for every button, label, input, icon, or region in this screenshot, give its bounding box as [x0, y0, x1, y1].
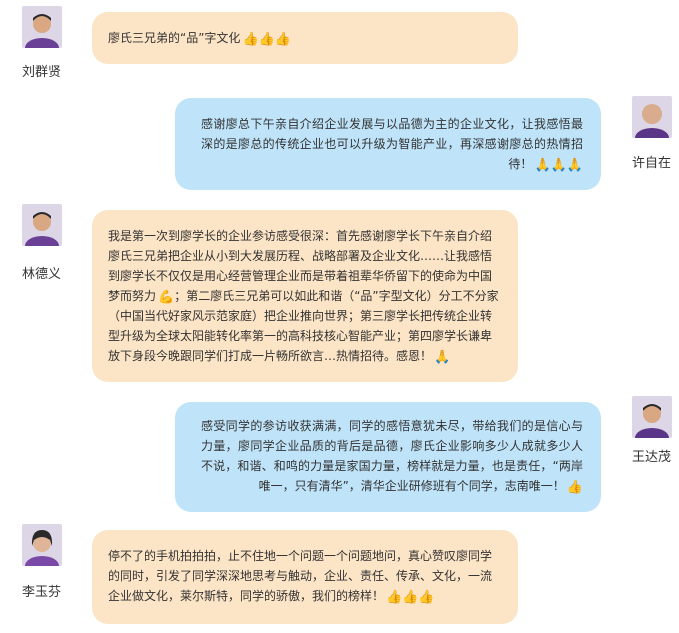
sender-name: 刘群贤	[22, 65, 62, 80]
person-photo-icon	[22, 524, 62, 566]
message-text: 感谢廖总下午亲自介绍企业发展与以品德为主的企业文化，让我感悟最深的是廖总的传统企…	[201, 117, 583, 171]
message-bubble: 感受同学的参访收获满满，同学的感悟意犹未尽，带给我们的是信心与力量，廖同学企业品…	[175, 402, 601, 512]
thumbs-up-icon: 👍👍👍	[386, 590, 435, 605]
message-text: 感受同学的参访收获满满，同学的感悟意犹未尽，带给我们的是信心与力量，廖同学企业品…	[201, 419, 583, 493]
praying-hands-icon: 🙏	[434, 350, 451, 365]
flexed-biceps-icon: 💪	[158, 290, 175, 305]
avatar-liu-qunxian[interactable]	[22, 6, 62, 48]
avatar-xu-zizai[interactable]	[632, 96, 672, 138]
avatar-lin-deyi[interactable]	[22, 204, 62, 246]
avatar-li-yufen[interactable]	[22, 524, 62, 566]
person-photo-icon	[632, 96, 672, 138]
message-bubble: 停不了的手机拍拍拍，止不住地一个问题一个问题地问，真心赞叹廖同学的同时，引发了同…	[92, 530, 518, 624]
person-photo-icon	[22, 6, 62, 48]
praying-hands-icon: 🙏🙏🙏	[534, 158, 583, 173]
avatar-wang-damao[interactable]	[632, 396, 672, 438]
message-text: 廖氏三兄弟的“品”字文化	[108, 31, 241, 45]
sender-name: 许自在	[632, 156, 672, 171]
person-photo-icon	[632, 396, 672, 438]
sender-name: 李玉芬	[22, 585, 62, 600]
person-photo-icon	[22, 204, 62, 246]
thumbs-up-icon: 👍	[566, 480, 583, 495]
thumbs-up-icon: 👍👍👍	[242, 32, 291, 47]
sender-name: 王达茂	[632, 450, 672, 465]
sender-name: 林德义	[22, 267, 62, 282]
message-bubble: 我是第一次到廖学长的企业参访感受很深：首先感谢廖学长下午亲自介绍廖氏三兄弟把企业…	[92, 210, 518, 382]
message-bubble: 感谢廖总下午亲自介绍企业发展与以品德为主的企业文化，让我感悟最深的是廖总的传统企…	[175, 98, 601, 190]
message-bubble: 廖氏三兄弟的“品”字文化 👍👍👍	[92, 12, 518, 64]
